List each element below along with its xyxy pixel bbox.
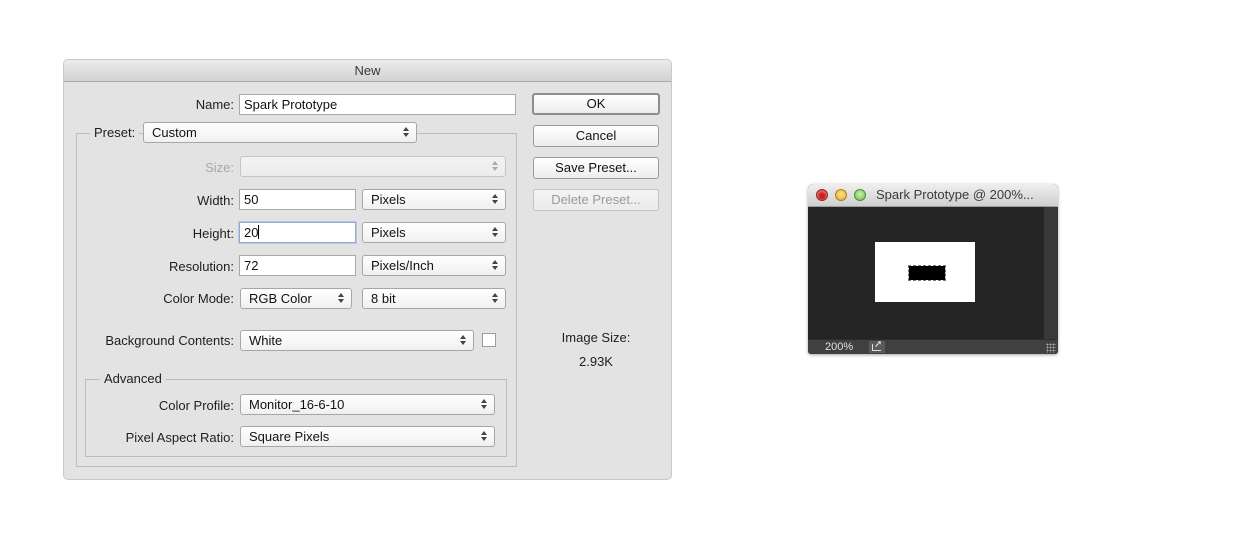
- resolution-unit-select[interactable]: Pixels/Inch: [362, 255, 506, 276]
- pixel-aspect-ratio-value: Square Pixels: [249, 429, 330, 444]
- color-mode-value: RGB Color: [249, 291, 312, 306]
- resolution-label: Resolution:: [168, 259, 234, 274]
- width-unit-value: Pixels: [371, 192, 406, 207]
- document-canvas-area[interactable]: [808, 207, 1044, 340]
- ok-button[interactable]: OK: [532, 93, 660, 115]
- background-color-swatch[interactable]: [482, 333, 496, 347]
- resolution-unit-value: Pixels/Inch: [371, 258, 434, 273]
- name-label: Name:: [195, 97, 234, 112]
- preset-select-value: Custom: [152, 125, 197, 140]
- updown-arrows-icon: [481, 429, 488, 443]
- updown-arrows-icon: [403, 125, 410, 139]
- width-unit-select[interactable]: Pixels: [362, 189, 506, 210]
- close-window-icon[interactable]: [816, 189, 828, 201]
- preset-label: Preset:: [90, 125, 140, 140]
- delete-preset-button: Delete Preset...: [533, 189, 659, 211]
- updown-arrows-icon: [492, 258, 499, 272]
- updown-arrows-icon: [492, 291, 499, 305]
- color-profile-select[interactable]: Monitor_16-6-10: [240, 394, 495, 415]
- vertical-scrollbar[interactable]: [1044, 207, 1058, 340]
- size-select: [240, 156, 506, 177]
- save-preset-button[interactable]: Save Preset...: [533, 157, 659, 179]
- document-window: Spark Prototype @ 200%... 200%: [808, 184, 1058, 354]
- height-input[interactable]: 20: [239, 222, 356, 243]
- zoom-level[interactable]: 200%: [825, 340, 853, 354]
- height-unit-select[interactable]: Pixels: [362, 222, 506, 243]
- updown-arrows-icon: [492, 225, 499, 239]
- export-icon[interactable]: [869, 339, 885, 353]
- pixel-aspect-ratio-label: Pixel Aspect Ratio:: [125, 430, 234, 445]
- zoom-window-icon[interactable]: [854, 189, 866, 201]
- color-profile-value: Monitor_16-6-10: [249, 397, 345, 412]
- minimize-window-icon[interactable]: [835, 189, 847, 201]
- color-mode-label: Color Mode:: [163, 291, 234, 306]
- bit-depth-select[interactable]: 8 bit: [362, 288, 506, 309]
- updown-arrows-icon: [481, 397, 488, 411]
- document-title: Spark Prototype @ 200%...: [876, 187, 1034, 202]
- new-document-dialog: New Name: Spark Prototype Preset: Custom…: [64, 60, 671, 479]
- width-input[interactable]: 50: [239, 189, 356, 210]
- background-contents-label: Background Contents:: [105, 333, 234, 348]
- height-unit-value: Pixels: [371, 225, 406, 240]
- updown-arrows-icon: [492, 159, 499, 173]
- image-size-value: 2.93K: [579, 354, 613, 369]
- document-statusbar: 200%: [808, 339, 1058, 354]
- resolution-input[interactable]: 72: [239, 255, 356, 276]
- pixel-aspect-ratio-select[interactable]: Square Pixels: [240, 426, 495, 447]
- dialog-title: New: [64, 60, 671, 82]
- height-input-value: 20: [244, 225, 259, 240]
- background-contents-select[interactable]: White: [240, 330, 474, 351]
- text-caret: [258, 225, 260, 239]
- background-contents-value: White: [249, 333, 283, 348]
- document-titlebar[interactable]: Spark Prototype @ 200%...: [808, 184, 1058, 207]
- bit-depth-value: 8 bit: [371, 291, 396, 306]
- updown-arrows-icon: [460, 333, 467, 347]
- updown-arrows-icon: [492, 192, 499, 206]
- selected-shape[interactable]: [908, 265, 946, 281]
- color-mode-select[interactable]: RGB Color: [240, 288, 352, 309]
- color-profile-label: Color Profile:: [158, 398, 234, 413]
- height-label: Height:: [192, 226, 234, 241]
- cancel-button[interactable]: Cancel: [533, 125, 659, 147]
- width-label: Width:: [197, 193, 234, 208]
- resize-grip-icon[interactable]: [1046, 343, 1056, 353]
- name-input[interactable]: Spark Prototype: [239, 94, 516, 115]
- preset-select[interactable]: Custom: [143, 122, 417, 143]
- updown-arrows-icon: [338, 291, 345, 305]
- image-size-label: Image Size:: [561, 330, 631, 345]
- size-label: Size:: [205, 160, 234, 175]
- advanced-label: Advanced: [100, 371, 166, 386]
